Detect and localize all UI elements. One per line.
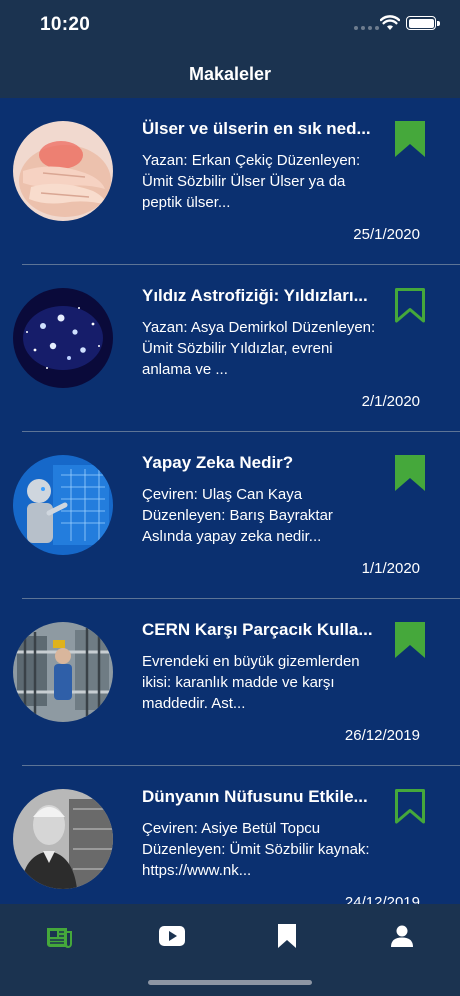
- article-date: 24/12/2019: [344, 894, 420, 904]
- status-bar: 10:20: [0, 0, 460, 50]
- bookmark-filled-icon[interactable]: [394, 621, 426, 659]
- navigation-bar: Makaleler: [0, 50, 460, 98]
- bookmark-outline-icon[interactable]: [394, 788, 426, 826]
- article-item[interactable]: Ülser ve ülserin en sık ned... Yazan: Er…: [0, 98, 460, 265]
- bookmark-filled-icon[interactable]: [394, 120, 426, 158]
- article-item[interactable]: Dünyanın Nüfusunu Etkile... Çeviren: Asi…: [0, 766, 460, 904]
- article-excerpt: Yazan: Erkan Çekiç Düzenleyen: Ümit Sözb…: [142, 152, 361, 211]
- article-item[interactable]: Yapay Zeka Nedir? Çeviren: Ulaş Can Kaya…: [0, 432, 460, 599]
- article-excerpt: Çeviren: Asiye Betül Topcu Düzenleyen: Ü…: [142, 820, 370, 879]
- article-list[interactable]: Ülser ve ülserin en sık ned... Yazan: Er…: [0, 98, 460, 904]
- article-title[interactable]: Dünyanın Nüfusunu Etkile...: [142, 787, 374, 807]
- article-thumbnail-scientist: [13, 789, 113, 889]
- article-title[interactable]: Yapay Zeka Nedir?: [142, 453, 374, 473]
- status-time: 10:20: [40, 14, 91, 35]
- article-item[interactable]: Yıldız Astrofiziği: Yıldızları... Yazan:…: [0, 265, 460, 432]
- article-excerpt: Evrendeki en büyük gizemlerden ikisi: ka…: [142, 653, 360, 712]
- article-title[interactable]: Yıldız Astrofiziği: Yıldızları...: [142, 286, 374, 306]
- bookmark-filled-icon[interactable]: [394, 454, 426, 492]
- home-indicator: [148, 980, 312, 985]
- article-thumbnail-cern: [13, 622, 113, 722]
- cellular-signal-icon: [354, 26, 379, 30]
- article-excerpt: Yazan: Asya Demirkol Düzenleyen: Ümit Sö…: [142, 319, 376, 378]
- page-title: Makaleler: [188, 63, 272, 84]
- tab-bookmarks[interactable]: [272, 922, 302, 950]
- article-thumbnail-robot: [13, 455, 113, 555]
- article-title[interactable]: Ülser ve ülserin en sık ned...: [142, 119, 374, 139]
- article-date: 2/1/2020: [361, 393, 420, 410]
- article-excerpt: Çeviren: Ulaş Can Kaya Düzenleyen: Barış…: [142, 486, 333, 545]
- wifi-icon: [380, 15, 400, 30]
- article-item[interactable]: CERN Karşı Parçacık Kulla... Evrendeki e…: [0, 599, 460, 766]
- tab-articles[interactable]: [44, 922, 74, 950]
- article-thumbnail-stomach: [13, 121, 113, 221]
- article-title[interactable]: CERN Karşı Parçacık Kulla...: [142, 620, 374, 640]
- article-thumbnail-star-cluster: [13, 288, 113, 388]
- tab-profile[interactable]: [387, 922, 417, 950]
- bookmark-icon: [278, 924, 296, 948]
- play-icon: [159, 926, 185, 946]
- battery-icon: [406, 16, 440, 30]
- bookmark-outline-icon[interactable]: [394, 287, 426, 325]
- article-date: 1/1/2020: [361, 560, 420, 577]
- newspaper-icon: [47, 928, 72, 948]
- article-date: 26/12/2019: [344, 727, 420, 744]
- article-date: 25/1/2020: [353, 226, 420, 243]
- tab-videos[interactable]: [157, 922, 187, 950]
- person-icon: [391, 925, 413, 947]
